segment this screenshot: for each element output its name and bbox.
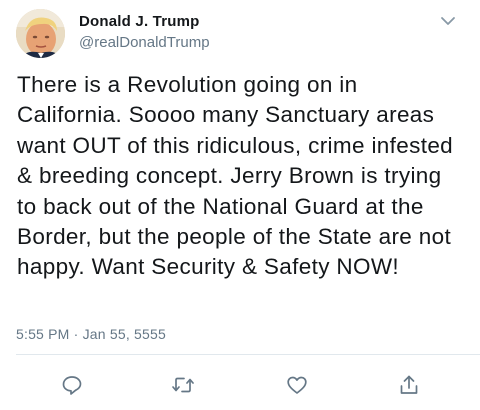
author-handle[interactable]: @realDonaldTrump [79,34,210,51]
reply-icon [61,374,83,396]
avatar[interactable] [16,9,65,58]
avatar-image [16,9,65,58]
action-bar [0,370,480,400]
tweet-card: Donald J. Trump @realDonaldTrump There i… [0,0,480,410]
divider [16,354,480,355]
tweet-timestamp[interactable]: 5:55 PM · Jan 55, 5555 [16,326,166,342]
retweet-icon [171,374,195,396]
like-button[interactable] [282,370,312,400]
share-icon [398,374,420,396]
reply-button[interactable] [57,370,87,400]
heart-icon [286,374,308,396]
chevron-down-icon[interactable] [438,14,458,28]
retweet-button[interactable] [168,370,198,400]
tweet-text: There is a Revolution going on in Califo… [17,72,454,280]
author-name[interactable]: Donald J. Trump [79,13,200,30]
share-button[interactable] [394,370,424,400]
